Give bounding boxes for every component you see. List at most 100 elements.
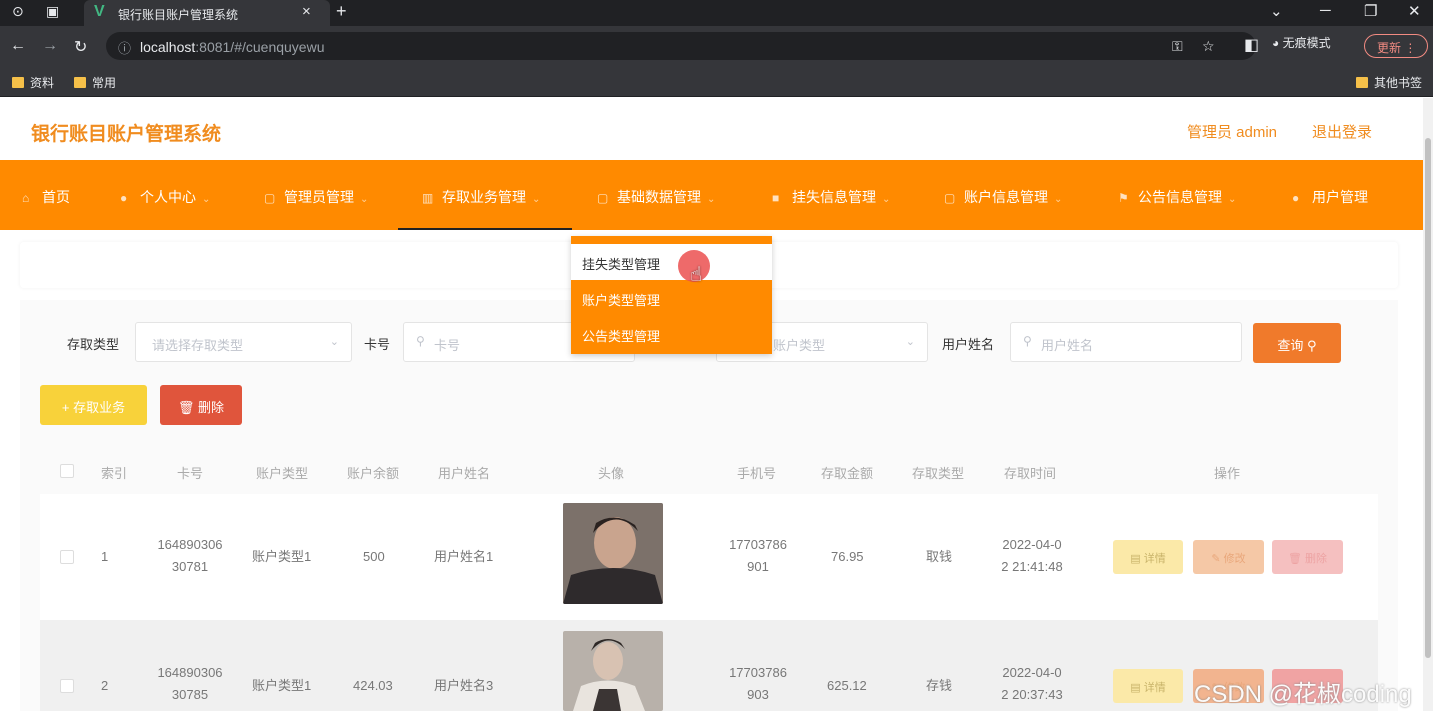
menu-item-deposit[interactable]: ▥ 存取业务管理 ⌄ <box>398 160 572 230</box>
data-icon: ▢ <box>597 191 609 205</box>
delete-button[interactable]: 🗑 删除 <box>160 385 242 425</box>
url-text: localhost:8081/#/cuenquyewu <box>140 39 325 55</box>
browser-tab-bar: ⊙ ▣ V 银行账目账户管理系统 × + ⌄ ─ ❐ ✕ <box>0 0 1433 26</box>
trash-icon: 🗑 <box>177 400 199 415</box>
address-bar: ← → ↻ ⓘ localhost:8081/#/cuenquyewu ⚿ ☆ … <box>0 26 1433 66</box>
minimize-icon[interactable]: ─ <box>1320 2 1331 19</box>
incognito-icon: ◕ <box>1272 36 1283 50</box>
site-info-icon[interactable]: ⓘ <box>118 38 131 57</box>
cell-account-type: 账户类型1 <box>252 678 312 693</box>
user-icon: ● <box>120 191 128 205</box>
menu-item-notice[interactable]: ⚑ 公告信息管理 ⌄ <box>1118 160 1236 230</box>
th-balance: 账户余额 <box>347 466 400 481</box>
url-input[interactable]: ⓘ localhost:8081/#/cuenquyewu ⚿ ☆ <box>106 32 1256 60</box>
cell-card: 164890306 30785 <box>157 665 223 702</box>
cell-type: 取钱 <box>926 549 953 564</box>
menu-item-account[interactable]: ▢ 账户信息管理 ⌄ <box>944 160 1062 230</box>
cell-amount: 76.95 <box>831 549 864 564</box>
key-icon[interactable]: ⚿ <box>1172 38 1183 55</box>
user-role: 管理员 admin <box>1187 124 1278 141</box>
incognito-indicator[interactable]: ◕ 无痕模式 <box>1272 34 1331 51</box>
account-icon: ▢ <box>944 191 956 205</box>
bookmark-folder-changyong[interactable]: 常用 <box>74 74 116 91</box>
cell-index: 2 <box>101 678 109 693</box>
select-all-checkbox[interactable] <box>60 464 74 478</box>
bookmark-folder-ziliao[interactable]: 资料 <box>12 74 54 91</box>
deposit-type-select[interactable]: 请选择存取类型 ⌄ <box>135 322 352 362</box>
menu-item-home[interactable]: ⌂ 首页 <box>22 160 70 230</box>
th-index: 索引 <box>101 466 128 481</box>
row-checkbox[interactable] <box>60 679 74 693</box>
submenu-item-loss-type[interactable]: 挂失类型管理 <box>571 244 772 280</box>
close-window-icon[interactable]: ✕ <box>1408 2 1421 20</box>
th-card: 卡号 <box>177 466 204 481</box>
tab-search-icon[interactable]: ⌄ <box>1270 2 1283 20</box>
edit-button[interactable]: ✎ 修改 <box>1193 540 1264 574</box>
tab-close-icon[interactable]: × <box>302 3 311 20</box>
th-amount: 存取金额 <box>821 466 874 481</box>
scroll-thumb[interactable] <box>1425 138 1431 658</box>
cell-balance: 424.03 <box>353 678 393 693</box>
row-checkbox[interactable] <box>60 550 74 564</box>
update-button[interactable]: 更新 ⋮ <box>1364 34 1428 58</box>
browser-menu-icon[interactable]: ⊙ <box>12 3 24 20</box>
other-bookmarks[interactable]: 其他书签 <box>1356 74 1422 91</box>
reload-icon[interactable]: ↻ <box>74 37 87 57</box>
chevron-down-icon: ⌄ <box>360 194 369 205</box>
menu-item-admin[interactable]: ▢ 管理员管理 ⌄ <box>264 160 368 230</box>
table-header <box>40 450 1378 494</box>
flag-icon: ⚑ <box>1118 191 1129 205</box>
chevron-down-icon: ⌄ <box>905 336 915 348</box>
th-time: 存取时间 <box>1004 466 1057 481</box>
main-menu: ⌂ 首页 ● 个人中心 ⌄ ▢ 管理员管理 ⌄ ▥ 存取业务管理 ⌄ ▢ 基础数据管理 ⌄ ■ 挂失… <box>0 160 1423 230</box>
side-panel-icon[interactable]: ◧ <box>1244 35 1259 55</box>
home-icon: ⌂ <box>22 191 30 205</box>
report-icon: ■ <box>772 191 780 205</box>
site-header: 银行账目账户管理系统 管理员 admin 退出登录 <box>0 98 1423 160</box>
folder-icon <box>12 77 24 88</box>
plus-icon: + <box>61 400 74 415</box>
menu-item-loss-report[interactable]: ■ 挂失信息管理 ⌄ <box>772 160 890 230</box>
chart-icon: ▥ <box>422 191 434 205</box>
folder-icon <box>1356 77 1368 88</box>
th-type: 存取类型 <box>912 466 965 481</box>
page-scrollbar[interactable] <box>1423 98 1433 711</box>
cell-time: 2022-04-0 2 21:41:48 <box>1001 537 1063 574</box>
menu-item-users[interactable]: ● 用户管理 <box>1292 160 1368 230</box>
cell-balance: 500 <box>363 549 385 564</box>
browser-tab[interactable]: V 银行账目账户管理系统 × <box>84 0 330 26</box>
menu-item-profile[interactable]: ● 个人中心 ⌄ <box>120 160 210 230</box>
new-tab-icon[interactable]: + <box>336 1 347 22</box>
logout-link[interactable]: 退出登录 <box>1312 121 1372 142</box>
submenu-item-account-type[interactable]: 账户类型管理 <box>571 280 772 316</box>
query-button[interactable]: 查询 ⚲ <box>1253 323 1341 363</box>
bookmark-star-icon[interactable]: ☆ <box>1202 38 1215 55</box>
detail-button[interactable]: ▤ 详情 <box>1113 540 1183 574</box>
doc-icon: ▤ <box>1130 682 1144 694</box>
deposit-type-label: 存取类型 <box>67 337 120 352</box>
avatar <box>563 631 663 711</box>
th-phone: 手机号 <box>737 466 777 481</box>
submenu-item-notice-type[interactable]: 公告类型管理 <box>571 316 772 352</box>
th-name: 用户姓名 <box>438 466 491 481</box>
menu-item-basic-data[interactable]: ▢ 基础数据管理 ⌄ <box>597 160 715 230</box>
deposit-submenu: 挂失类型管理 账户类型管理 公告类型管理 <box>571 236 772 354</box>
admin-icon: ▢ <box>264 191 276 205</box>
bookmarks-bar: 资料 常用 其他书签 <box>0 66 1433 97</box>
cell-phone: 17703786 903 <box>729 665 787 702</box>
search-icon: ⚲ <box>416 334 425 348</box>
back-icon[interactable]: ← <box>10 37 26 55</box>
chevron-down-icon: ⌄ <box>532 194 541 205</box>
cell-time: 2022-04-0 2 20:37:43 <box>1001 665 1063 702</box>
cell-card: 164890306 30781 <box>157 537 223 574</box>
avatar <box>563 503 663 604</box>
cell-account-type: 账户类型1 <box>252 549 312 564</box>
th-account-type: 账户类型 <box>256 466 309 481</box>
row-delete-button[interactable]: 🗑 删除 <box>1272 540 1343 574</box>
detail-button[interactable]: ▤ 详情 <box>1113 669 1183 703</box>
restore-icon[interactable]: ❐ <box>1364 2 1377 20</box>
add-deposit-button[interactable]: + 存取业务 <box>40 385 147 425</box>
name-input[interactable]: ⚲ 用户姓名 <box>1010 322 1242 362</box>
forward-icon[interactable]: → <box>42 37 58 55</box>
tab-list-icon[interactable]: ▣ <box>46 3 59 20</box>
